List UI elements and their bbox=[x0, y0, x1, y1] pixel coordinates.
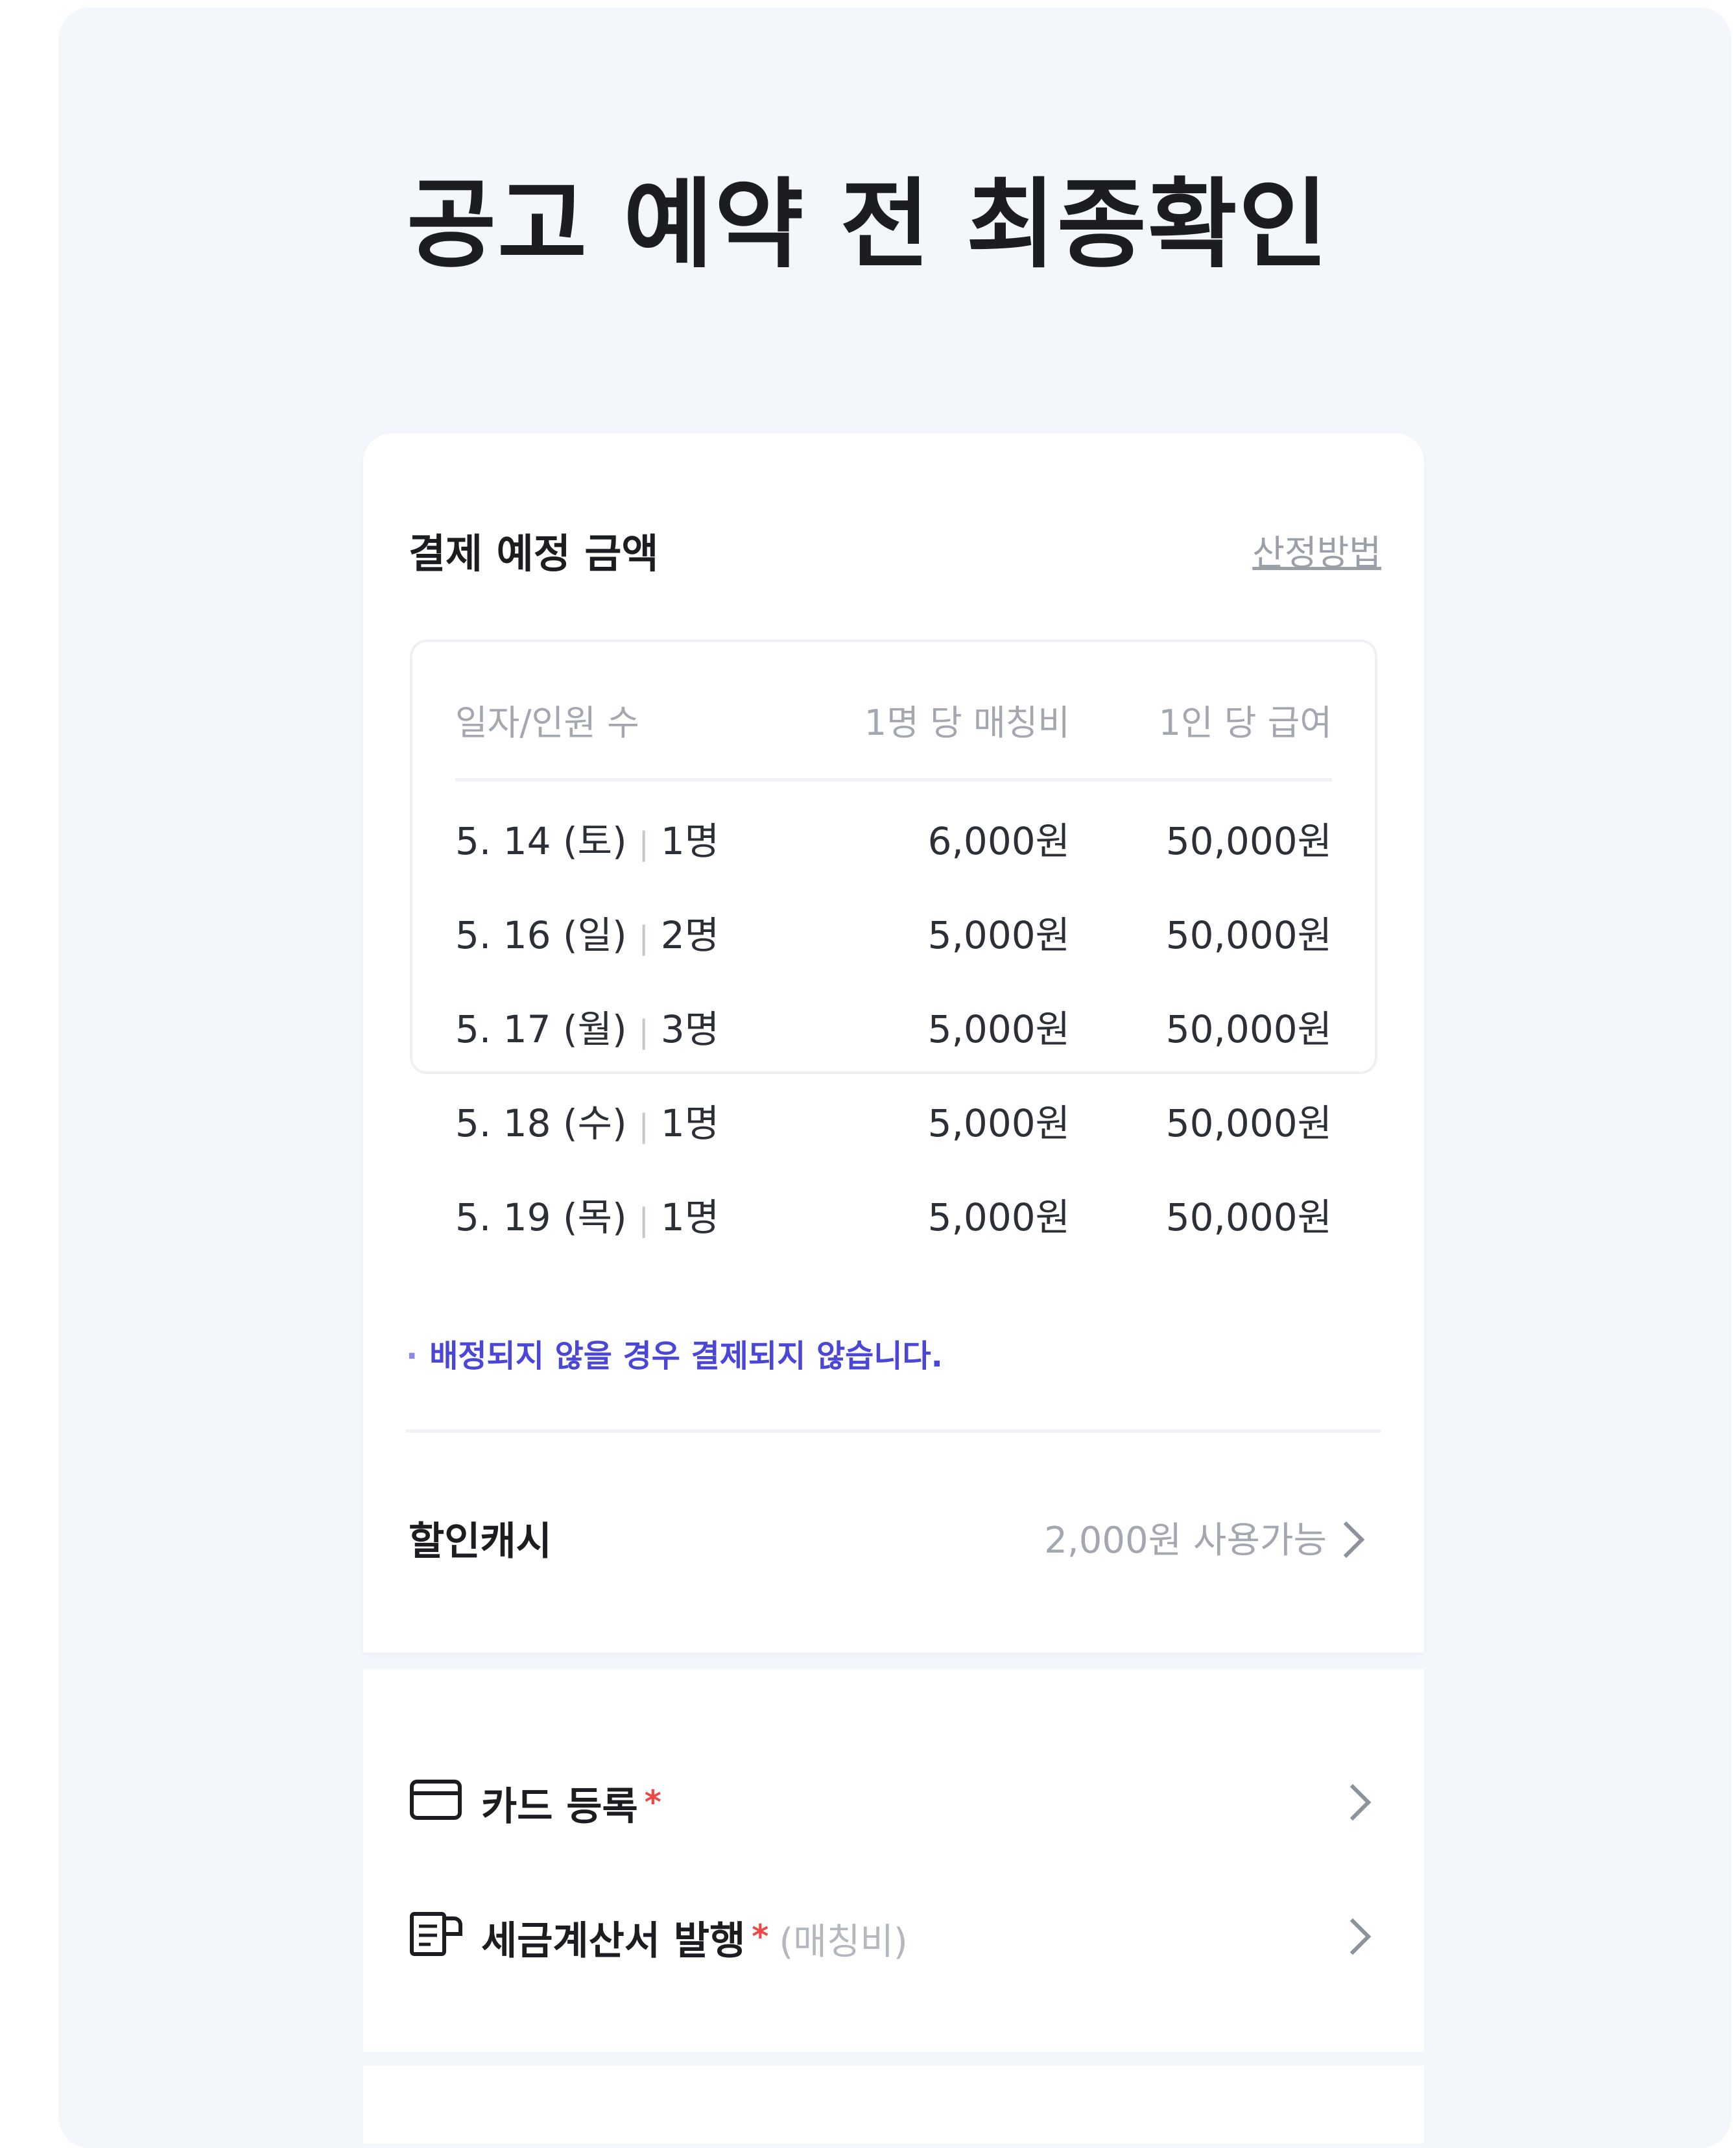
receipt-icon bbox=[410, 1912, 462, 1956]
table-row: 5. 16 (일) | 2명 5,000원 50,000원 bbox=[455, 905, 1332, 970]
notice-bullet: · bbox=[406, 1338, 418, 1374]
page-title: 공고 예약 전 최종확인 bbox=[407, 169, 1329, 281]
payment-notice: · 배정되지 않을 경우 결제되지 않습니다. bbox=[406, 1330, 943, 1376]
row-date: 5. 16 (일) | 2명 bbox=[455, 913, 720, 957]
chevron-right-icon[interactable] bbox=[1327, 1521, 1365, 1558]
table-row: 5. 18 (수) | 1명 5,000원 50,000원 bbox=[455, 1093, 1332, 1158]
card-registration-item[interactable]: 카드 등록 * bbox=[409, 1763, 1385, 1841]
row-date: 5. 19 (목) | 1명 bbox=[455, 1195, 720, 1239]
table-header-divider bbox=[455, 778, 1332, 782]
payment-card: 결제 예정 금액 산정방법 일자/인원 수 1명 당 매칭비 1인 당 급여 5… bbox=[363, 433, 1424, 1653]
tax-invoice-sub: (매칭비) bbox=[779, 1921, 908, 1963]
row-date: 5. 17 (월) | 3명 bbox=[455, 1007, 720, 1051]
row-fee: 6,000원 bbox=[927, 819, 1070, 863]
row-fee: 5,000원 bbox=[927, 1101, 1070, 1145]
next-section-card bbox=[363, 2066, 1424, 2143]
row-pay: 50,000원 bbox=[1165, 819, 1332, 863]
discount-cash-label: 할인캐시 bbox=[409, 1519, 552, 1564]
row-fee: 5,000원 bbox=[927, 1195, 1070, 1239]
payment-methods-card: 카드 등록 * 세금계산서 발행 * (매칭비) bbox=[363, 1669, 1424, 2052]
credit-card-icon bbox=[410, 1780, 462, 1820]
header-matching-fee: 1명 당 매칭비 bbox=[864, 702, 1070, 743]
row-pay: 50,000원 bbox=[1165, 1195, 1332, 1239]
required-mark: * bbox=[644, 1784, 661, 1821]
table-row: 5. 14 (토) | 1명 6,000원 50,000원 bbox=[455, 811, 1332, 876]
row-date: 5. 14 (토) | 1명 bbox=[455, 819, 720, 863]
table-row: 5. 17 (월) | 3명 5,000원 50,000원 bbox=[455, 999, 1332, 1064]
tax-invoice-item[interactable]: 세금계산서 발행 * (매칭비) bbox=[409, 1898, 1385, 1975]
payment-section-title: 결제 예정 금액 bbox=[409, 530, 659, 577]
card-registration-label: 카드 등록 * bbox=[481, 1784, 661, 1830]
header-date-count: 일자/인원 수 bbox=[455, 702, 639, 743]
notice-text: 배정되지 않을 경우 결제되지 않습니다. bbox=[429, 1338, 943, 1374]
row-pay: 50,000원 bbox=[1165, 913, 1332, 957]
row-fee: 5,000원 bbox=[927, 913, 1070, 957]
required-mark: * bbox=[752, 1918, 769, 1955]
tax-invoice-label: 세금계산서 발행 * (매칭비) bbox=[481, 1918, 908, 1964]
header-pay: 1인 당 급여 bbox=[1158, 702, 1332, 743]
section-divider bbox=[406, 1429, 1381, 1433]
row-date: 5. 18 (수) | 1명 bbox=[455, 1101, 720, 1145]
table-row: 5. 19 (목) | 1명 5,000원 50,000원 bbox=[455, 1187, 1332, 1252]
chevron-right-icon bbox=[1334, 1918, 1372, 1955]
chevron-right-icon bbox=[1334, 1784, 1372, 1821]
row-fee: 5,000원 bbox=[927, 1007, 1070, 1051]
row-pay: 50,000원 bbox=[1165, 1007, 1332, 1051]
payment-table: 일자/인원 수 1명 당 매칭비 1인 당 급여 5. 14 (토) | 1명 6,… bbox=[410, 639, 1377, 1239]
calculation-method-link[interactable]: 산정방법 bbox=[1252, 524, 1381, 575]
discount-cash-available[interactable]: 2,000원 사용가능 bbox=[1044, 1511, 1327, 1564]
row-pay: 50,000원 bbox=[1165, 1101, 1332, 1145]
